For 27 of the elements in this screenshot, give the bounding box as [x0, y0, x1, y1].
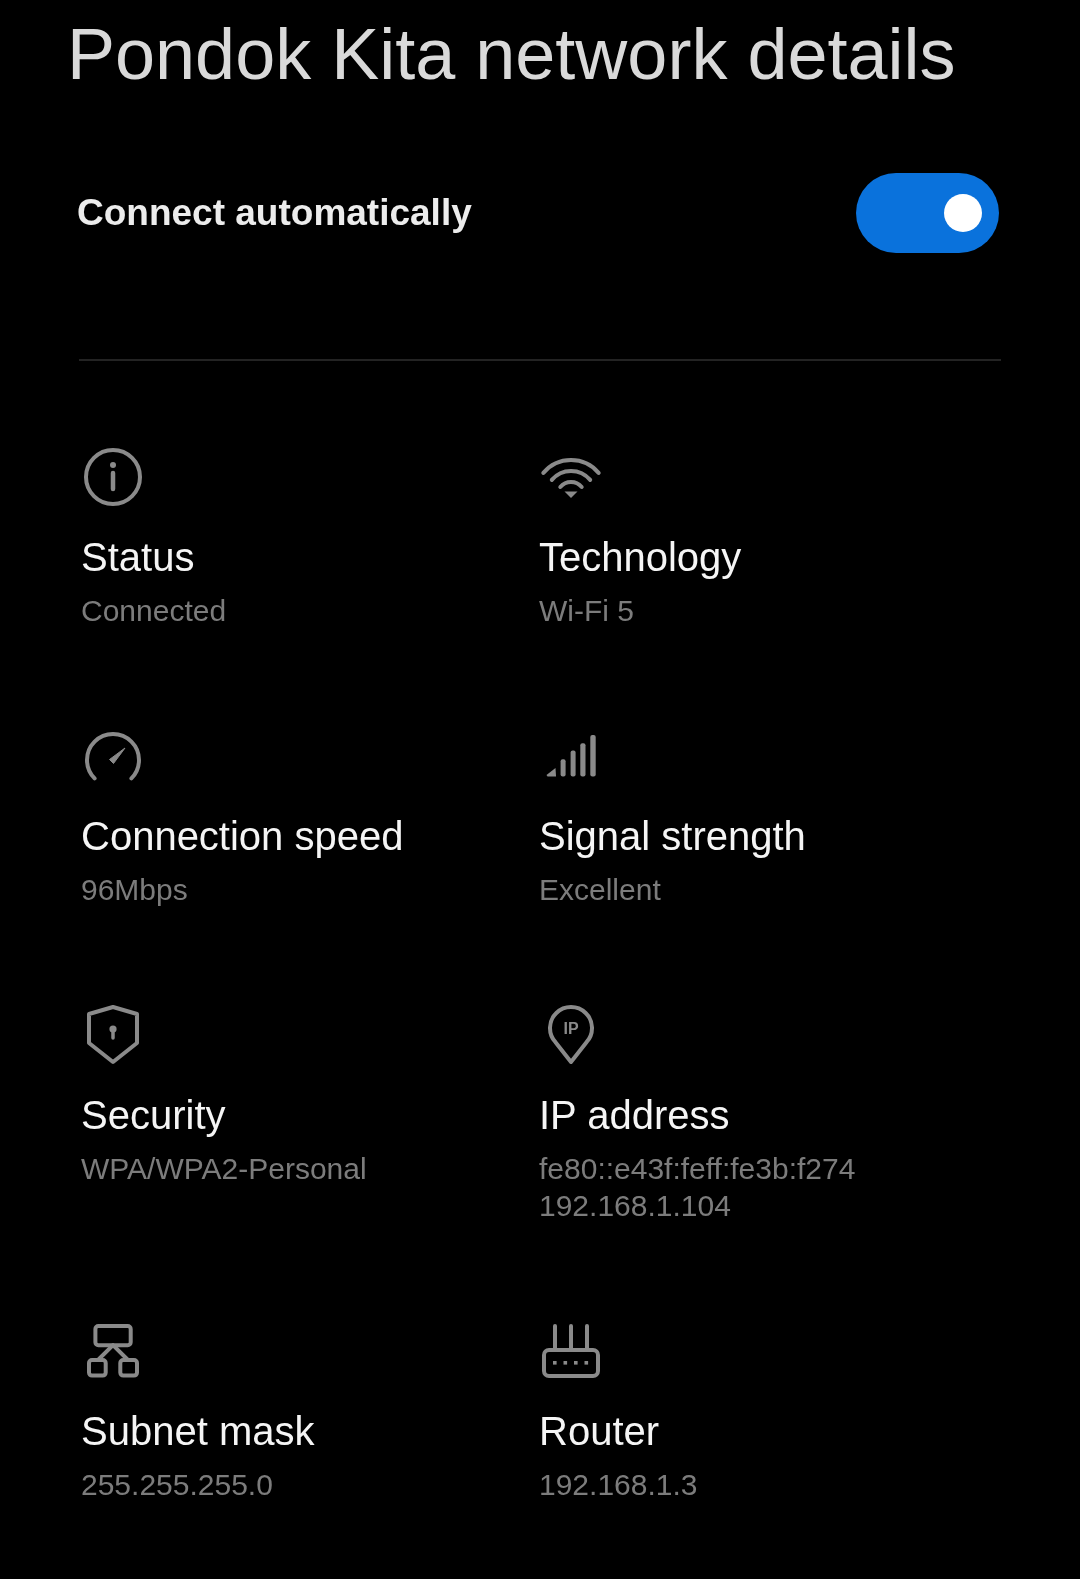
- detail-value: Excellent: [539, 872, 661, 908]
- wifi-icon: [541, 456, 601, 498]
- router-icon: [542, 1324, 600, 1378]
- page-title: Pondok Kita network details: [67, 13, 956, 96]
- detail-value: 192.168.1.104: [539, 1188, 731, 1224]
- detail-label: Router: [539, 1408, 660, 1455]
- detail-value: WPA/WPA2-Personal: [81, 1151, 367, 1187]
- signal-bars-icon: [546, 735, 596, 777]
- detail-value: 255.255.255.0: [81, 1467, 273, 1503]
- speedometer-icon: [84, 731, 142, 781]
- detail-value: 96Mbps: [81, 872, 188, 908]
- detail-label: IP address: [539, 1092, 730, 1139]
- detail-value: fe80::e43f:feff:fe3b:f274: [539, 1151, 856, 1187]
- detail-label: Signal strength: [539, 813, 806, 860]
- detail-label: Connection speed: [81, 813, 404, 860]
- hierarchy-icon: [87, 1324, 139, 1378]
- shield-icon: [87, 1005, 139, 1065]
- setting-label: Connect automatically: [77, 191, 472, 235]
- detail-value: 192.168.1.3: [539, 1467, 698, 1503]
- detail-label: Subnet mask: [81, 1408, 315, 1455]
- detail-label: Security: [81, 1092, 226, 1139]
- detail-value: Wi-Fi 5: [539, 593, 634, 629]
- location-pin-icon: IP: [546, 1005, 596, 1065]
- detail-label: Status: [81, 534, 195, 581]
- info-icon: [84, 448, 142, 506]
- detail-label: Technology: [539, 534, 742, 581]
- detail-value: Connected: [81, 593, 227, 629]
